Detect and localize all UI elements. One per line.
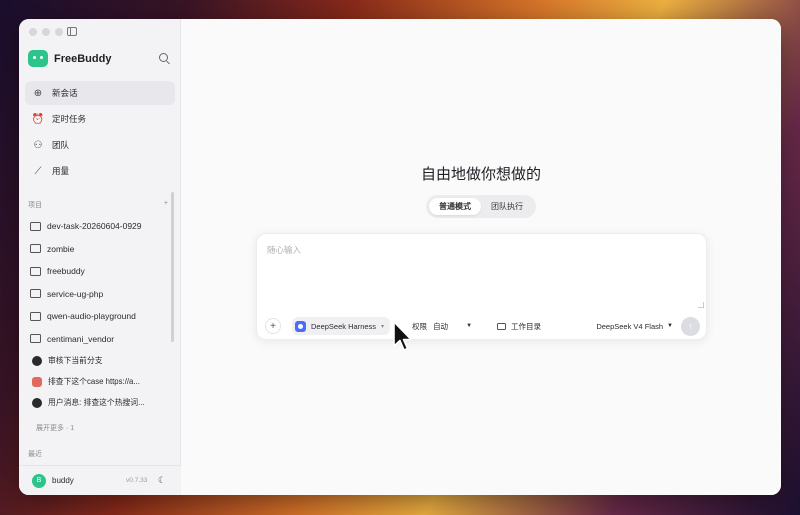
mode-switch: 普通模式 团队执行 xyxy=(426,195,536,218)
app-window: FreeBuddy ⊕ 新会话 ⏰ 定时任务 ⚇ 团队 ⟋ 用量 项目 + de… xyxy=(19,19,781,495)
project-name: dev-task-20260604-0929 xyxy=(47,221,142,232)
alarm-clock-icon: ⏰ xyxy=(31,113,45,125)
composer-toolbar: + DeepSeek Harness ▾ 权限 自动 ▼ 工作目录 DeepSe… xyxy=(265,316,700,336)
attach-button[interactable]: + xyxy=(265,318,281,334)
project-list: dev-task-20260604-0929 zombie freebuddy … xyxy=(25,215,175,413)
chat-title: 审核下当前分支 xyxy=(48,356,103,365)
chat-title: 用户消息: 排查这个热搜词... xyxy=(48,398,145,407)
mouse-pointer-icon xyxy=(393,321,412,351)
folder-icon xyxy=(30,289,41,299)
sidebar-item-usage[interactable]: ⟋ 用量 xyxy=(25,159,175,183)
permission-label: 权限 xyxy=(412,321,428,331)
folder-icon xyxy=(30,266,41,276)
chat-item[interactable]: 审核下当前分支 xyxy=(25,350,175,371)
permission-selector[interactable]: 权限 自动 ▼ xyxy=(412,321,472,332)
tab-team-execution[interactable]: 团队执行 xyxy=(481,198,533,215)
harness-label: DeepSeek Harness xyxy=(311,321,377,331)
workdir-label: 工作目录 xyxy=(511,321,542,331)
sidebar-item-label: 定时任务 xyxy=(52,114,87,124)
minimize-window-button[interactable] xyxy=(42,28,50,36)
tab-normal-mode[interactable]: 普通模式 xyxy=(429,198,481,215)
page-title: 自由地做你想做的 xyxy=(420,166,541,183)
chat-item[interactable]: 用户消息: 排查这个热搜词... xyxy=(25,392,175,413)
new-chat-icon: ⊕ xyxy=(33,87,43,99)
project-item[interactable]: qwen-audio-playground xyxy=(25,305,175,328)
sidebar-item-label: 用量 xyxy=(52,166,70,176)
caret-down-icon: ▼ xyxy=(667,323,673,329)
sidebar-item-label: 团队 xyxy=(52,140,70,150)
user-bar: B buddy v0.7.33 ☾ xyxy=(19,465,181,495)
project-name: freebuddy xyxy=(47,266,85,277)
composer: + DeepSeek Harness ▾ 权限 自动 ▼ 工作目录 DeepSe… xyxy=(256,233,707,340)
project-name: service-ug-php xyxy=(47,288,104,299)
sidebar-item-label: 新会话 xyxy=(52,88,78,98)
sidebar-item-scheduled-tasks[interactable]: ⏰ 定时任务 xyxy=(25,107,175,131)
deepseek-icon xyxy=(295,320,306,332)
username[interactable]: buddy xyxy=(52,476,74,485)
project-name: centimani_vendor xyxy=(47,333,115,344)
chart-icon: ⟋ xyxy=(34,165,42,177)
project-item[interactable]: service-ug-php xyxy=(25,283,175,306)
project-item[interactable]: centimani_vendor xyxy=(25,328,175,351)
close-window-button[interactable] xyxy=(29,28,37,36)
folder-icon xyxy=(497,322,507,330)
send-button[interactable]: ↑ xyxy=(681,316,700,336)
resize-grip-icon[interactable] xyxy=(698,302,704,308)
brand: FreeBuddy xyxy=(28,50,111,67)
main-panel: 自由地做你想做的 普通模式 团队执行 + DeepSeek Harness ▾ … xyxy=(181,19,781,495)
model-label: DeepSeek V4 Flash xyxy=(596,321,664,331)
arrow-up-icon: ↑ xyxy=(688,321,693,331)
avatar[interactable]: B xyxy=(32,473,46,488)
sidebar-scrollbar[interactable] xyxy=(171,192,174,342)
add-project-icon[interactable]: + xyxy=(164,200,168,210)
expand-more-button[interactable]: 展开更多 · 1 xyxy=(36,423,74,433)
project-name: qwen-audio-playground xyxy=(47,311,136,322)
window-controls xyxy=(29,28,63,36)
projects-label: 项目 xyxy=(28,202,42,209)
recent-label: 最近 xyxy=(28,451,42,458)
folder-icon xyxy=(30,221,41,231)
users-icon: ⚇ xyxy=(33,139,43,151)
chevron-down-icon: ▾ xyxy=(381,323,385,330)
chat-title: 排查下这个case https://a... xyxy=(48,377,140,386)
model-selector[interactable]: DeepSeek V4 Flash ▼ xyxy=(596,322,673,331)
sidebar-item-team[interactable]: ⚇ 团队 xyxy=(25,133,175,157)
app-logo-icon xyxy=(28,50,48,67)
folder-icon xyxy=(30,334,41,344)
plus-icon: + xyxy=(270,320,276,332)
chat-item[interactable]: 排查下这个case https://a... xyxy=(25,371,175,392)
sidebar: FreeBuddy ⊕ 新会话 ⏰ 定时任务 ⚇ 团队 ⟋ 用量 项目 + de… xyxy=(19,19,181,495)
sidebar-toggle-icon[interactable] xyxy=(67,27,77,36)
app-name: FreeBuddy xyxy=(54,52,112,65)
permission-value: 自动 xyxy=(433,321,449,331)
chat-agent-icon xyxy=(32,376,42,387)
projects-header: 项目 + xyxy=(28,200,168,210)
message-input[interactable] xyxy=(267,244,697,299)
project-item[interactable]: zombie xyxy=(25,238,175,261)
project-name: zombie xyxy=(47,243,75,254)
workdir-button[interactable]: 工作目录 xyxy=(497,321,541,332)
sidebar-nav: ⊕ 新会话 ⏰ 定时任务 ⚇ 团队 ⟋ 用量 xyxy=(25,81,175,185)
search-icon[interactable] xyxy=(159,53,168,62)
chat-agent-icon xyxy=(32,355,42,366)
zoom-window-button[interactable] xyxy=(55,28,63,36)
sidebar-item-new-chat[interactable]: ⊕ 新会话 xyxy=(25,81,175,105)
folder-icon xyxy=(30,244,41,254)
project-item[interactable]: dev-task-20260604-0929 xyxy=(25,215,175,238)
chat-agent-icon xyxy=(32,397,42,408)
version-label: v0.7.33 xyxy=(126,477,148,484)
folder-icon xyxy=(30,311,41,321)
dark-mode-icon[interactable]: ☾ xyxy=(158,475,166,486)
project-item[interactable]: freebuddy xyxy=(25,260,175,283)
harness-selector[interactable]: DeepSeek Harness ▾ xyxy=(292,317,391,335)
caret-down-icon: ▼ xyxy=(466,323,473,329)
